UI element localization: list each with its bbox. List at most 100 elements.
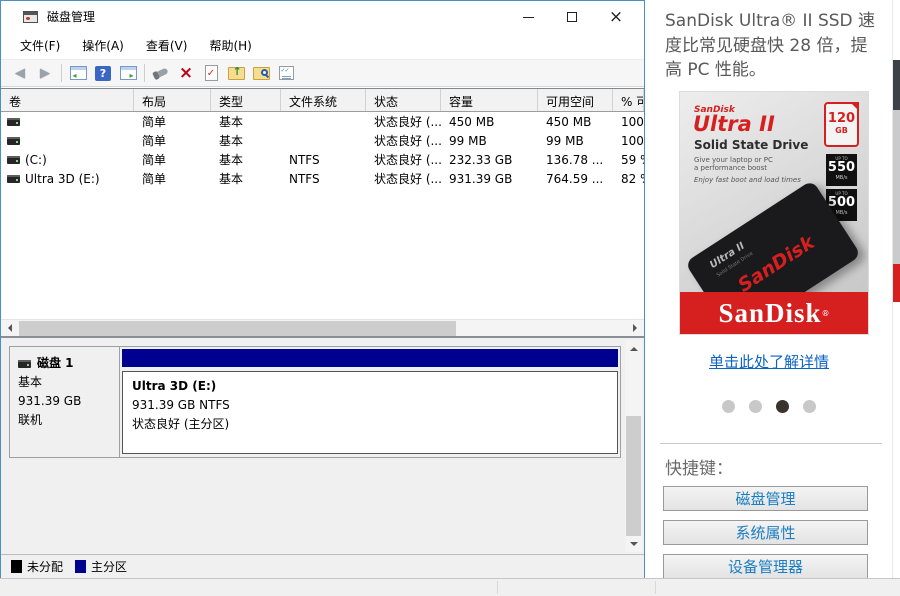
help-button[interactable]: ? (92, 63, 114, 83)
carousel-dot[interactable] (803, 400, 816, 413)
capacity-unit: GB (835, 126, 848, 135)
mark-active-button[interactable]: ✓ (200, 63, 222, 83)
vertical-scrollbar[interactable] (625, 340, 642, 552)
window-title: 磁盘管理 (47, 10, 96, 24)
menu-help[interactable]: 帮助(H) (198, 32, 262, 59)
disk-size: 931.39 GB (18, 394, 82, 408)
minimize-button[interactable] (506, 4, 550, 30)
column-header-pct-free[interactable]: % 可用 (613, 89, 644, 111)
disk-management-button[interactable]: 磁盘管理 (663, 486, 868, 511)
product-tagline: Give your laptop or PC (694, 156, 773, 164)
forward-button[interactable]: ▶ (34, 63, 56, 83)
menu-file[interactable]: 文件(F) (9, 32, 71, 59)
column-header-capacity[interactable]: 容量 (441, 89, 538, 111)
cell-pct: 100 % (621, 133, 644, 148)
maximize-button[interactable] (550, 4, 594, 30)
horizontal-scrollbar-thumb[interactable] (19, 321, 456, 336)
carousel-dot[interactable] (776, 400, 789, 413)
promo-headline: SanDisk Ultra® II SSD 速度比常见硬盘快 28 倍，提高 P… (665, 11, 876, 81)
cell-type: 基本 (219, 172, 244, 186)
close-icon: × (608, 6, 624, 27)
properties-button[interactable] (275, 63, 297, 83)
next-slide-preview (893, 60, 900, 302)
carousel-dot[interactable] (722, 400, 735, 413)
product-model: Ultra II (693, 112, 775, 136)
scroll-right-icon (633, 324, 641, 332)
product-image[interactable]: SanDisk Ultra II Solid State Drive Give … (680, 92, 868, 334)
checklist-icon (278, 66, 294, 80)
read-speed-value: 550 (827, 160, 856, 175)
table-row[interactable]: Ultra 3D (E:) 简单 基本 NTFS 状态良好 (... 931.3… (1, 169, 644, 188)
disk-1-card: 磁盘 1 基本 931.39 GB 联机 Ultra 3D (E:) 931.3… (9, 346, 621, 458)
carousel-dot[interactable] (749, 400, 762, 413)
scroll-left-button[interactable] (1, 320, 18, 336)
menu-view[interactable]: 查看(V) (135, 32, 199, 59)
partition-name: Ultra 3D (E:) (132, 379, 217, 393)
volume-table-header: 卷 布局 类型 文件系统 状态 容量 可用空间 % 可用 (1, 89, 644, 112)
unallocated-color-swatch (11, 560, 22, 573)
toolbar: ◀ ▶ ◂ ? ▸ × ✓ ↑ (1, 59, 644, 87)
scroll-right-button[interactable] (627, 320, 644, 336)
open-button[interactable]: ↑ (225, 63, 247, 83)
cell-layout: 简单 (142, 115, 167, 129)
maximize-icon (567, 12, 577, 22)
registered-mark: ® (821, 308, 830, 318)
table-row[interactable]: 简单 基本 状态良好 (... 99 MB 99 MB 100 % (1, 131, 644, 150)
explore-button[interactable] (250, 63, 272, 83)
cell-pct: 100 % (621, 114, 644, 129)
volume-name: (C:) (25, 152, 47, 167)
cell-layout: 简单 (142, 172, 167, 186)
cell-capacity: 450 MB (449, 114, 495, 129)
disk-management-app-icon (23, 10, 38, 23)
horizontal-scrollbar[interactable] (1, 319, 644, 336)
legend-unallocated: 未分配 (11, 558, 63, 575)
device-manager-button[interactable]: 设备管理器 (663, 554, 868, 578)
shortcuts-label: 快捷键： (665, 459, 733, 479)
inspect-tool-button[interactable] (150, 63, 172, 83)
menu-action[interactable]: 操作(A) (71, 32, 135, 59)
toolbar-separator (61, 64, 62, 82)
disk-icon (18, 359, 31, 368)
partition-color-strip (122, 349, 618, 367)
legend-label: 未分配 (27, 560, 64, 574)
column-header-type[interactable]: 类型 (211, 89, 281, 111)
delete-volume-button[interactable]: × (175, 63, 197, 83)
column-header-volume[interactable]: 卷 (1, 89, 134, 111)
toolbar-separator (144, 64, 145, 82)
console-tree-icon: ◂ (69, 66, 87, 80)
cell-capacity: 931.39 GB (449, 171, 513, 186)
scroll-left-icon (4, 324, 12, 332)
delete-x-icon: × (178, 62, 194, 83)
disk-graph-pane: 磁盘 1 基本 931.39 GB 联机 Ultra 3D (E:) 931.3… (1, 338, 644, 554)
details-link[interactable]: 单击此处了解详情 (709, 353, 829, 371)
column-header-status[interactable]: 状态 (366, 89, 441, 111)
back-button[interactable]: ◀ (9, 63, 31, 83)
table-row[interactable]: (C:) 简单 基本 NTFS 状态良好 (... 232.33 GB 136.… (1, 150, 644, 169)
system-properties-button[interactable]: 系统属性 (663, 520, 868, 545)
scroll-down-button[interactable] (625, 536, 642, 552)
show-console-tree-button[interactable]: ◂ (67, 63, 89, 83)
minimize-icon (522, 16, 534, 18)
cell-filesystem: NTFS (289, 171, 320, 186)
column-header-layout[interactable]: 布局 (134, 89, 211, 111)
back-arrow-icon: ◀ (15, 65, 25, 81)
table-row[interactable]: 简单 基本 状态良好 (... 450 MB 450 MB 100 % (1, 112, 644, 131)
show-action-pane-button[interactable]: ▸ (117, 63, 139, 83)
column-header-free-space[interactable]: 可用空间 (538, 89, 613, 111)
disk-1-info[interactable]: 磁盘 1 基本 931.39 GB 联机 (10, 347, 120, 457)
title-bar: 磁盘管理 × (1, 1, 644, 32)
legend-primary-partition: 主分区 (75, 558, 127, 575)
cell-type: 基本 (219, 153, 244, 167)
cell-status: 状态良好 (... (374, 134, 441, 148)
scroll-up-button[interactable] (625, 340, 642, 356)
column-header-filesystem[interactable]: 文件系统 (281, 89, 366, 111)
partition-block[interactable]: Ultra 3D (E:) 931.39 GB NTFS 状态良好 (主分区) (122, 371, 618, 454)
sandisk-logo-band: SanDisk ® (680, 292, 868, 334)
legend-label: 主分区 (91, 560, 128, 574)
vertical-scrollbar-thumb[interactable] (626, 416, 641, 536)
close-button[interactable]: × (594, 4, 638, 30)
cell-status: 状态良好 (... (374, 172, 441, 186)
forward-arrow-icon: ▶ (40, 65, 50, 81)
sandisk-logo: SanDisk (718, 297, 822, 328)
disk-status: 联机 (18, 413, 43, 427)
